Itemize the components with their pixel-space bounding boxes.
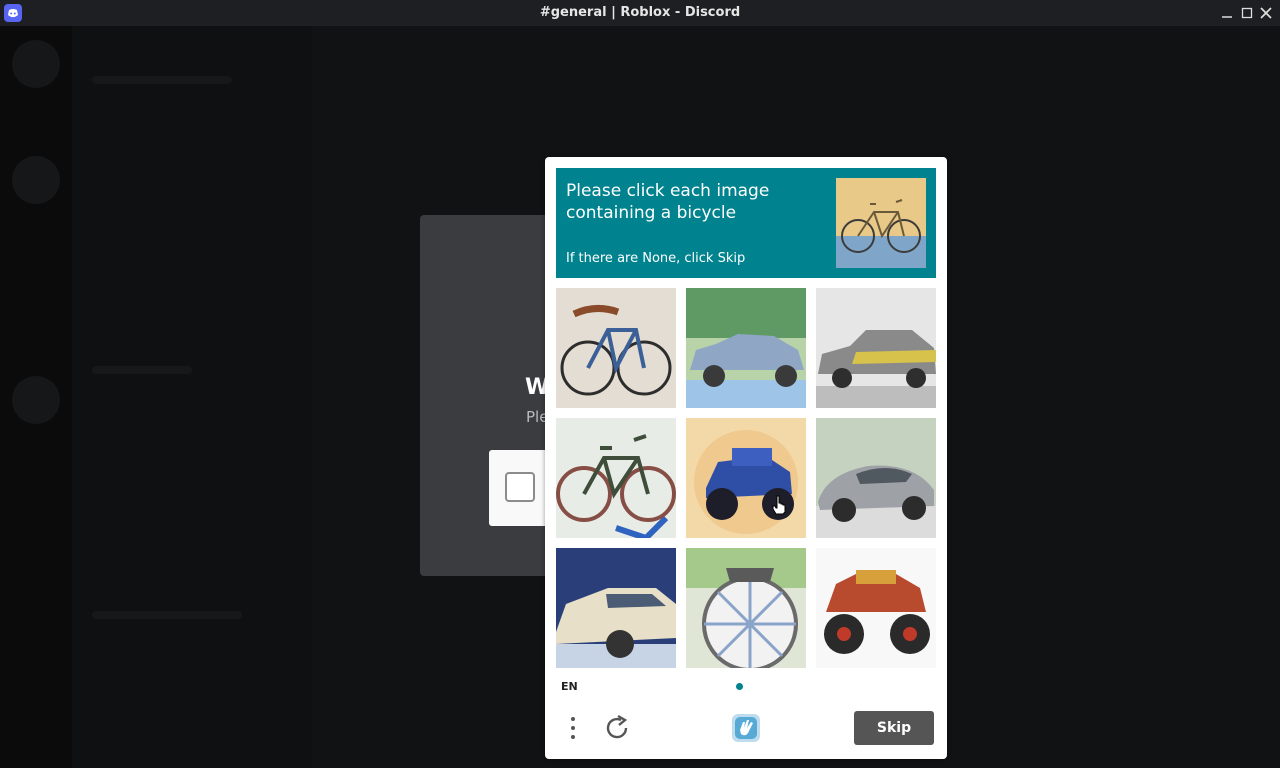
channel-list (72, 26, 312, 768)
captcha-challenge: Please click each image containing a bic… (545, 157, 947, 759)
refresh-icon[interactable] (605, 714, 631, 742)
server-rail (0, 26, 72, 768)
menu-icon[interactable] (563, 714, 583, 742)
grid-tile-monster-truck[interactable] (816, 548, 936, 668)
hand-cursor-icon (772, 495, 786, 515)
grid-tile-car[interactable] (816, 418, 936, 538)
window-title: #general | Roblox - Discord (539, 5, 741, 20)
prompt-hint: If there are None, click Skip (566, 251, 746, 266)
server-icon (12, 156, 60, 204)
window-titlebar: #general | Roblox - Discord (0, 0, 1280, 26)
image-grid (556, 288, 936, 668)
grid-tile-monster-truck[interactable] (686, 418, 806, 538)
server-icon (12, 376, 60, 424)
grid-tile-bicycle[interactable] (556, 418, 676, 538)
grid-tile-car[interactable] (686, 288, 806, 408)
maximize-icon[interactable] (1238, 4, 1256, 22)
skip-button[interactable]: Skip (854, 711, 934, 745)
close-icon[interactable] (1257, 4, 1275, 22)
grid-tile-bicycle[interactable] (556, 288, 676, 408)
captcha-prompt: Please click each image containing a bic… (556, 168, 936, 278)
captcha-checkbox[interactable] (505, 472, 535, 502)
prompt-text: Please click each image containing a bic… (566, 181, 770, 223)
example-image (836, 178, 926, 268)
language-selector[interactable]: EN (561, 680, 578, 693)
minimize-icon[interactable] (1218, 4, 1236, 22)
grid-tile-car[interactable] (816, 288, 936, 408)
page-indicator (736, 683, 743, 690)
server-icon (12, 40, 60, 88)
grid-tile-car[interactable] (556, 548, 676, 668)
grid-tile-bicycle[interactable] (686, 548, 806, 668)
hcaptcha-logo-icon[interactable] (729, 711, 763, 745)
